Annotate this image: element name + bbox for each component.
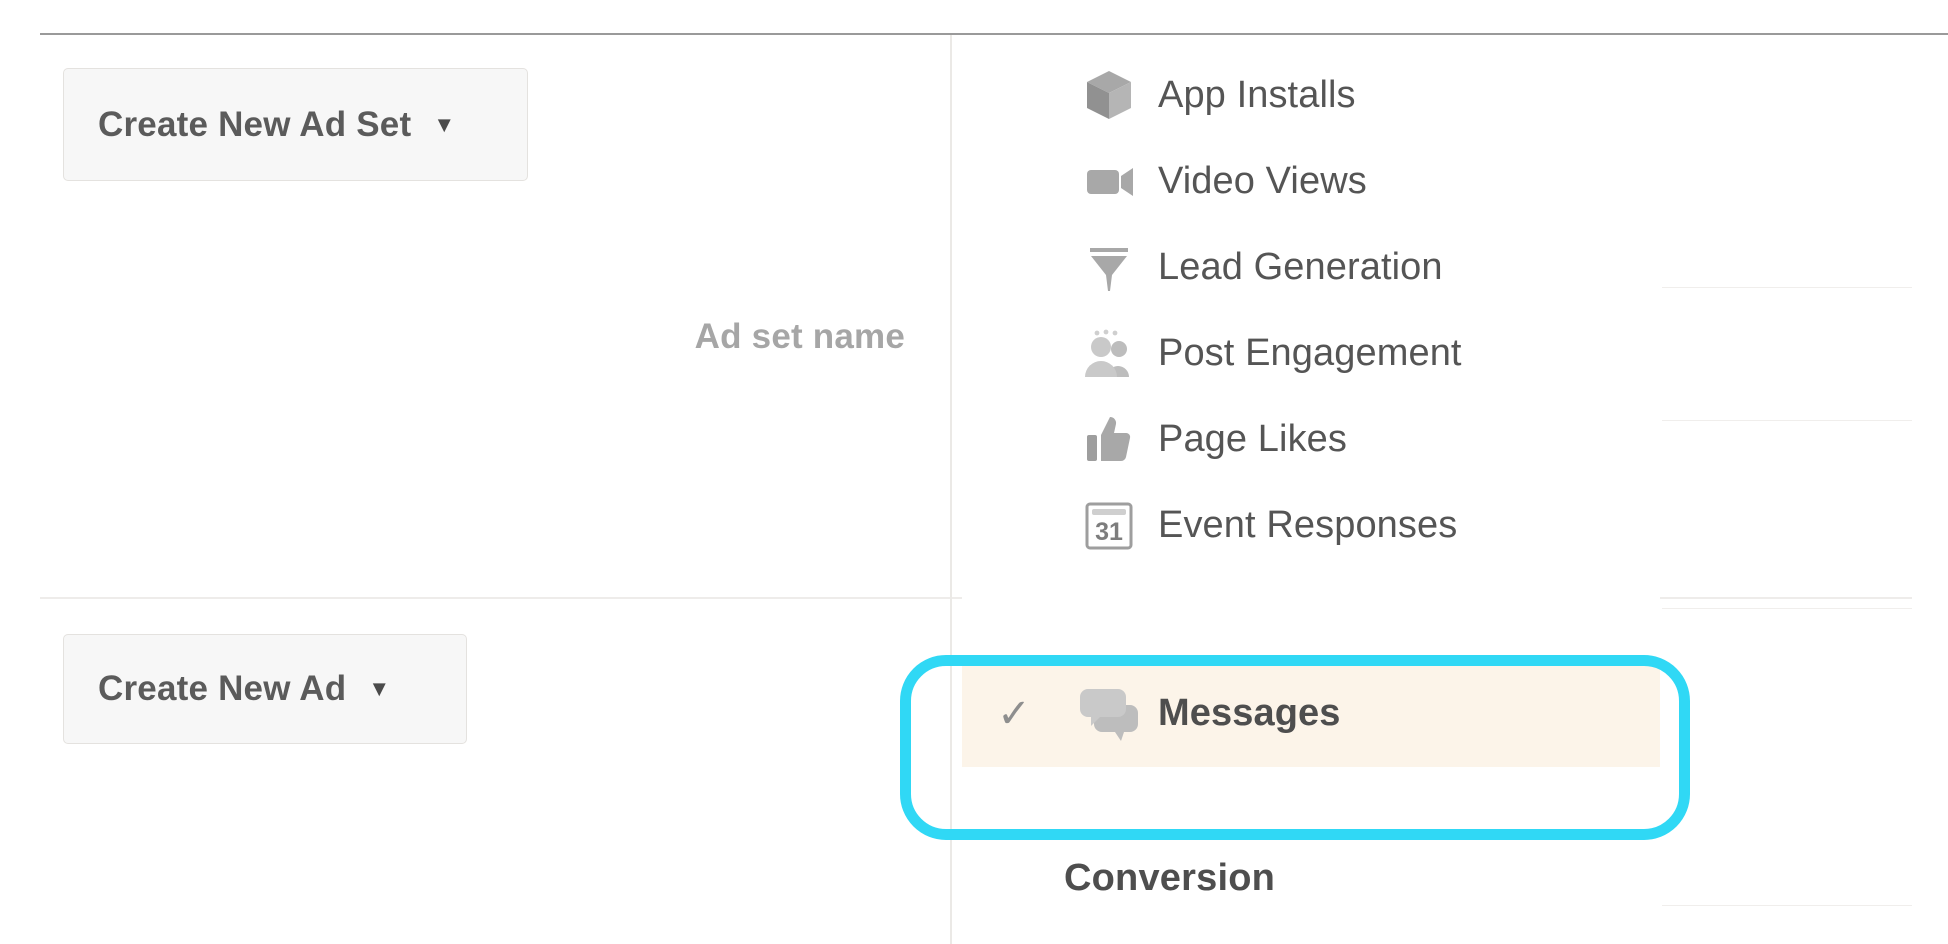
ad-set-name-label: Ad set name (694, 317, 905, 356)
menu-item-app-installs[interactable]: App Installs (962, 52, 1660, 138)
calendar-31-icon: 31 (1066, 498, 1152, 552)
menu-item-page-likes[interactable]: Page Likes (962, 396, 1660, 482)
menu-item-post-engagement[interactable]: Post Engagement (962, 310, 1660, 396)
menu-item-label: Video Views (1158, 159, 1367, 202)
thumbs-up-icon (1066, 411, 1152, 467)
screenshot-root: Create New Ad Set ▼ Ad set name Create N… (0, 0, 1948, 944)
create-new-ad-label: Create New Ad (98, 669, 347, 708)
menu-item-label: Page Likes (1158, 417, 1348, 460)
menu-item-label: Post Engagement (1158, 331, 1462, 374)
dropdown-section-header-conversion: Conversion (1064, 857, 1276, 899)
create-new-ad-set-button[interactable]: Create New Ad Set ▼ (63, 68, 528, 181)
menu-item-label: Messages (1158, 692, 1341, 734)
svg-text:31: 31 (1095, 518, 1123, 546)
menu-item-lead-generation[interactable]: Lead Generation (962, 224, 1660, 310)
video-camera-icon (1066, 153, 1152, 209)
grid-line-3 (1662, 608, 1912, 609)
menu-item-video-views[interactable]: Video Views (962, 138, 1660, 224)
menu-item-label: App Installs (1158, 73, 1356, 116)
chevron-down-icon: ▼ (433, 111, 456, 137)
people-icon (1066, 325, 1152, 381)
chat-bubbles-icon (1066, 687, 1152, 741)
menu-item-messages[interactable]: ✓ Messages (962, 660, 1660, 767)
create-new-ad-set-label: Create New Ad Set (98, 104, 412, 144)
objective-dropdown-menu[interactable]: App Installs Video Views Lead Generation… (962, 35, 1660, 944)
cube-icon (1066, 67, 1152, 123)
grid-line-1 (1662, 287, 1912, 288)
menu-item-label: Event Responses (1158, 503, 1458, 546)
column-divider-left (950, 35, 952, 944)
menu-item-label: Lead Generation (1158, 245, 1443, 288)
menu-item-event-responses[interactable]: 31 Event Responses (962, 482, 1660, 568)
funnel-icon (1066, 239, 1152, 295)
checkmark-icon: ✓ (997, 691, 1031, 736)
create-new-ad-button[interactable]: Create New Ad ▼ (63, 634, 467, 744)
grid-line-2 (1662, 420, 1912, 421)
chevron-down-icon: ▼ (368, 676, 391, 701)
grid-line-4 (1662, 905, 1912, 906)
